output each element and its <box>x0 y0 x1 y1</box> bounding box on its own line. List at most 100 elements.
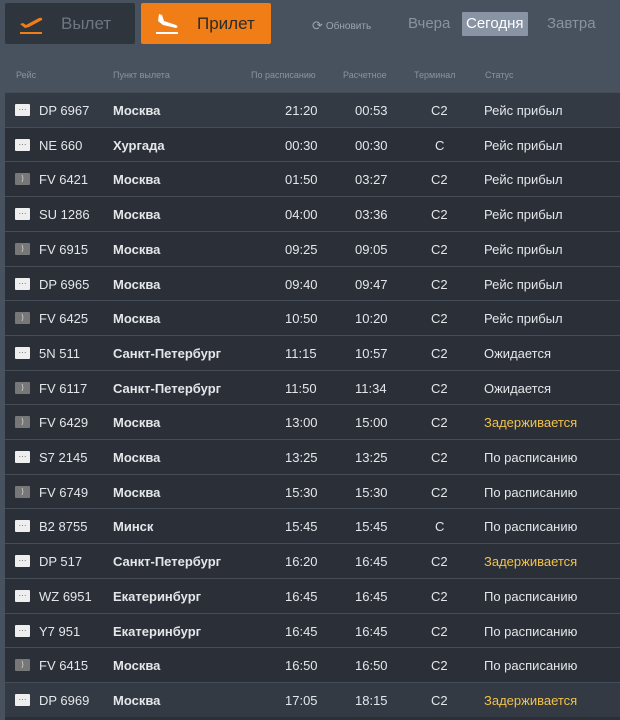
scheduled-time: 13:00 <box>285 415 318 431</box>
table-row[interactable]: ··· DP 6969 Москва 17:05 18:15 C2 Задерживаетс… <box>5 681 620 717</box>
table-row[interactable]: ⟩ FV 6915 Москва 09:25 09:05 C2 Рейс прибыл <box>5 230 620 266</box>
estimated-time: 16:45 <box>355 623 388 639</box>
refresh-button[interactable]: ⟳ Обновить <box>312 18 371 34</box>
arrivals-label: Прилет <box>197 13 255 33</box>
flight-number: SU 1286 <box>39 207 90 223</box>
flight-number: DP 6965 <box>39 276 90 292</box>
flight-status: Рейс прибыл <box>484 311 563 327</box>
day-yesterday[interactable]: Вчера <box>404 12 454 36</box>
airline-logo-icon: ··· <box>15 208 30 221</box>
table-row[interactable]: ··· S7 2145 Москва 13:25 13:25 C2 По расписани… <box>5 439 620 474</box>
origin-city: Москва <box>113 103 161 118</box>
estimated-time: 00:30 <box>355 137 388 153</box>
origin-city: Екатеринбург <box>113 588 202 604</box>
scheduled-time: 00:30 <box>285 137 318 153</box>
estimated-time: 10:20 <box>355 311 388 327</box>
table-row[interactable]: ⟩ FV 6429 Москва 13:00 15:00 C2 Задерживается <box>5 404 620 439</box>
flight-number: B2 8755 <box>39 519 88 535</box>
terminal: C2 <box>431 450 448 465</box>
airline-logo-icon: ··· <box>15 693 30 706</box>
origin-city: Санкт-Петербург <box>113 345 222 361</box>
table-row[interactable]: ··· DP 6965 Москва 09:40 09:47 C2 Рейс прибыл <box>5 265 620 301</box>
estimated-time: 03:27 <box>355 172 388 188</box>
day-today[interactable]: Сегодня <box>462 12 528 36</box>
origin-city: Москва <box>113 172 161 188</box>
flight-number: 5N 511 <box>39 345 80 361</box>
terminal: C2 <box>431 207 448 223</box>
scheduled-time: 11:15 <box>285 345 317 361</box>
estimated-time: 10:57 <box>355 345 388 361</box>
table-row[interactable]: ··· NE 660 Хургада 00:30 00:30 C Рейс прибыл <box>5 126 620 162</box>
airline-logo-icon: ··· <box>15 277 30 290</box>
airline-logo-icon: ··· <box>15 451 30 463</box>
table-row[interactable]: ··· B2 8755 Минск 15:45 15:45 C По расписанию <box>5 508 620 543</box>
table-row[interactable]: ⟩ FV 6117 Санкт-Петербург 11:50 11:34 C2 Ожида… <box>5 369 620 405</box>
flight-status: По расписанию <box>484 519 578 535</box>
airline-logo-icon: ⟩ <box>15 659 30 672</box>
flight-status: По расписанию <box>484 658 578 674</box>
scheduled-time: 15:30 <box>285 484 318 500</box>
col-status: Статус <box>485 70 514 80</box>
scheduled-time: 15:45 <box>285 519 318 535</box>
airline-logo-icon: ··· <box>15 346 30 359</box>
terminal: C <box>435 519 445 535</box>
airline-logo-icon: ··· <box>15 589 30 602</box>
arrivals-tab[interactable]: Прилет <box>141 3 271 44</box>
table-header: Рейс Пункт вылета По расписанию Расчетно… <box>0 70 620 84</box>
flights-table: ··· DP 6967 Москва 21:20 00:53 C2 Рейс прибыл ·… <box>5 92 620 720</box>
origin-city: Москва <box>113 415 161 431</box>
terminal: C2 <box>431 554 448 570</box>
terminal: C2 <box>431 484 448 500</box>
flight-number: Y7 951 <box>39 623 81 639</box>
table-row[interactable]: ··· SU 1286 Москва 04:00 03:36 C2 Рейс прибыл <box>5 196 620 231</box>
airline-logo-icon: ⟩ <box>15 381 30 394</box>
plane-landing-icon <box>156 13 178 34</box>
departures-tab[interactable]: Вылет <box>5 3 135 44</box>
airline-logo-icon: ··· <box>15 104 30 116</box>
terminal: C2 <box>431 172 448 188</box>
table-row[interactable]: ··· WZ 6951 Екатеринбург 16:45 16:45 C2 По рас… <box>5 577 620 613</box>
table-row[interactable]: ⟩ FV 6749 Москва 15:30 15:30 C2 По расписанию <box>5 473 620 509</box>
table-row[interactable]: ⟩ FV 6415 Москва 16:50 16:50 C2 По расписанию <box>5 647 620 682</box>
flight-status: Задерживается <box>484 554 578 570</box>
table-row[interactable]: ··· Y7 951 Екатеринбург 16:45 16:45 C2 По расп… <box>5 612 620 648</box>
origin-city: Санкт-Петербург <box>113 380 222 396</box>
flight-number: DP 6969 <box>39 692 90 708</box>
estimated-time: 15:45 <box>355 519 388 535</box>
scheduled-time: 16:45 <box>285 588 318 604</box>
flight-number: NE 660 <box>39 137 83 153</box>
flight-status: По расписанию <box>484 450 578 465</box>
refresh-label: Обновить <box>325 20 372 32</box>
terminal: C2 <box>431 380 448 396</box>
scheduled-time: 16:45 <box>285 623 318 639</box>
flight-number: FV 6415 <box>39 658 89 674</box>
flight-number: DP 6967 <box>39 103 90 118</box>
flight-status: Ожидается <box>484 380 552 396</box>
table-row[interactable]: ⟩ FV 6425 Москва 10:50 10:20 C2 Рейс прибыл <box>5 300 620 335</box>
airline-logo-icon: ··· <box>15 624 30 637</box>
flight-number: FV 6425 <box>39 311 89 327</box>
flight-status: Рейс прибыл <box>484 207 563 223</box>
table-row[interactable]: ··· 5N 511 Санкт-Петербург 11:15 10:57 C2 Ожид… <box>5 334 620 370</box>
table-row[interactable]: ⟩ FV 6421 Москва 01:50 03:27 C2 Рейс прибыл <box>5 161 620 196</box>
terminal: C <box>435 137 445 153</box>
flight-number: FV 6117 <box>39 380 88 396</box>
origin-city: Москва <box>113 207 161 223</box>
day-tomorrow[interactable]: Завтра <box>543 12 600 36</box>
flight-number: S7 2145 <box>39 450 88 465</box>
airline-logo-icon: ⟩ <box>15 485 30 498</box>
scheduled-time: 11:50 <box>285 380 317 396</box>
flight-status: Задерживается <box>484 415 578 431</box>
terminal: C2 <box>431 241 448 257</box>
origin-city: Москва <box>113 484 161 500</box>
table-row[interactable]: ··· DP 517 Санкт-Петербург 16:20 16:45 C2 Заде… <box>5 543 620 578</box>
flight-status: Рейс прибыл <box>484 241 563 257</box>
top-bar: Вылет Прилет ⟳ Обновить Вчера Сегодня За… <box>0 0 620 60</box>
col-terminal: Терминал <box>414 70 456 80</box>
terminal: C2 <box>431 103 448 118</box>
table-row[interactable]: ··· DP 6967 Москва 21:20 00:53 C2 Рейс прибыл <box>5 92 620 127</box>
terminal: C2 <box>431 311 448 327</box>
airline-logo-icon: ⟩ <box>15 416 30 429</box>
origin-city: Москва <box>113 276 161 292</box>
scheduled-time: 13:25 <box>285 450 318 465</box>
